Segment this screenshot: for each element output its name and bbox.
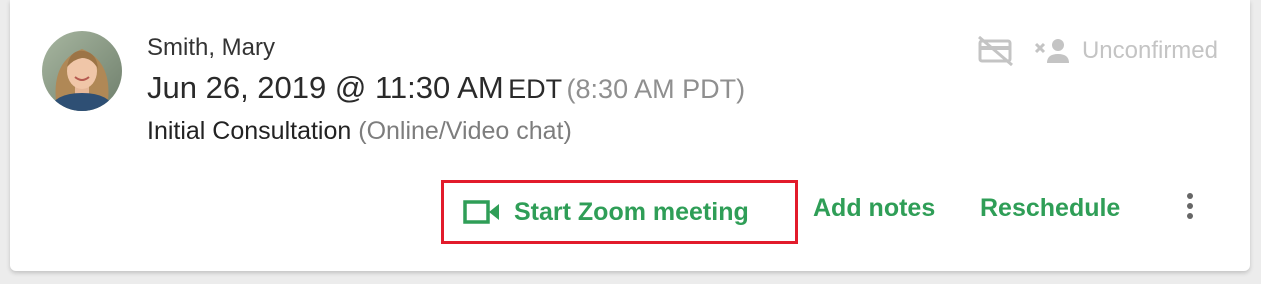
status-label: Unconfirmed [1081,37,1218,64]
actions-bar: Start Zoom meeting Add notes Reschedule [441,180,1221,244]
more-vertical-icon[interactable] [1184,193,1196,225]
avatar [42,31,122,111]
more-dot [1187,193,1193,199]
more-dot [1187,203,1193,209]
appointment-service: Initial Consultation (Online/Video chat) [147,117,572,146]
video-camera-icon [463,199,501,225]
start-zoom-meeting-label: Start Zoom meeting [514,197,749,226]
start-zoom-meeting-button[interactable]: Start Zoom meeting [441,180,798,244]
add-notes-button[interactable]: Add notes [813,194,935,223]
more-dot [1187,213,1193,219]
client-name: Smith, Mary [147,34,276,61]
service-mode: (Online/Video chat) [358,117,572,145]
appointment-alt-time: (8:30 AM PDT) [566,74,746,104]
appointment-date-time: Jun 26, 2019 @ 11:30 AM [147,70,504,105]
no-payment-card-icon [977,36,1014,66]
appointment-datetime: Jun 26, 2019 @ 11:30 AM EDT (8:30 AM PDT… [147,70,745,106]
appointment-card: Smith, Mary Jun 26, 2019 @ 11:30 AM EDT … [10,0,1250,271]
appointment-timezone: EDT [508,74,563,104]
reschedule-button[interactable]: Reschedule [980,194,1120,223]
unconfirmed-person-icon [1034,37,1072,65]
status-area: Unconfirmed [977,36,1218,66]
service-name: Initial Consultation [147,117,352,145]
